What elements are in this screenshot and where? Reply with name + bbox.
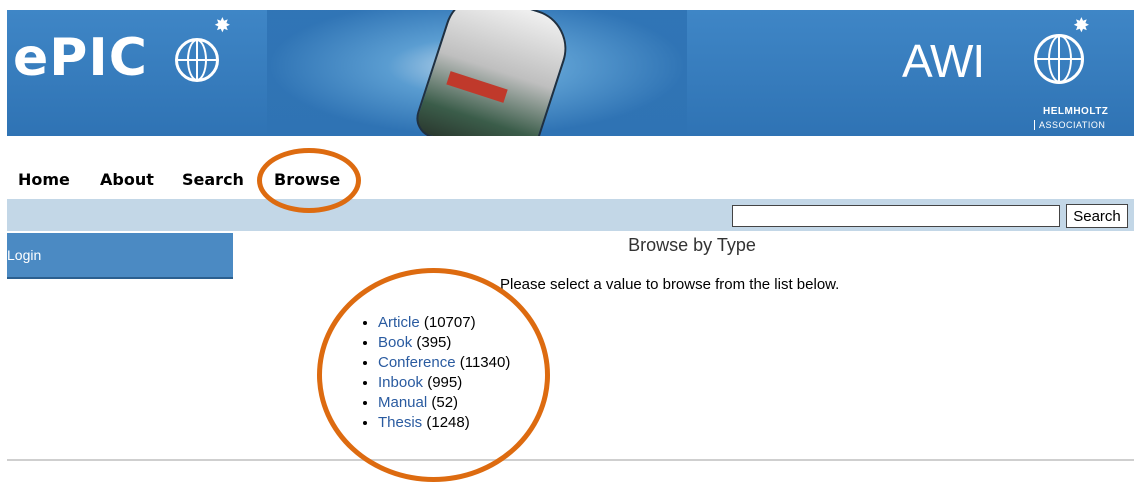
nav-about[interactable]: About <box>100 170 154 189</box>
awi-globe-icon <box>1034 34 1084 84</box>
search-input[interactable] <box>732 205 1060 227</box>
page-title: Browse by Type <box>628 235 756 255</box>
epic-globe-icon <box>175 38 219 82</box>
annotation-circle-type-list <box>317 268 550 482</box>
footer-divider <box>7 459 1134 461</box>
epic-star-icon: ✸ <box>214 15 231 37</box>
header-banner: ePIC ✸ AWI ✸ HELMHOLTZ ASSOCIATION <box>7 10 1134 136</box>
awi-star-icon: ✸ <box>1073 15 1090 37</box>
annotation-circle-browse <box>257 148 361 213</box>
intro-text: Please select a value to browse from the… <box>500 276 840 293</box>
awi-logo-text: AWI <box>902 35 985 87</box>
epic-logo-text: ePIC <box>13 28 148 88</box>
nav-search[interactable]: Search <box>182 170 244 189</box>
association-label: ASSOCIATION <box>1034 120 1105 130</box>
search-button[interactable]: Search <box>1066 204 1128 228</box>
helmholtz-label: HELMHOLTZ <box>1043 106 1109 117</box>
awi-logo[interactable]: AWI <box>902 35 985 87</box>
nav-home[interactable]: Home <box>18 170 70 189</box>
epic-logo[interactable]: ePIC <box>13 32 148 84</box>
